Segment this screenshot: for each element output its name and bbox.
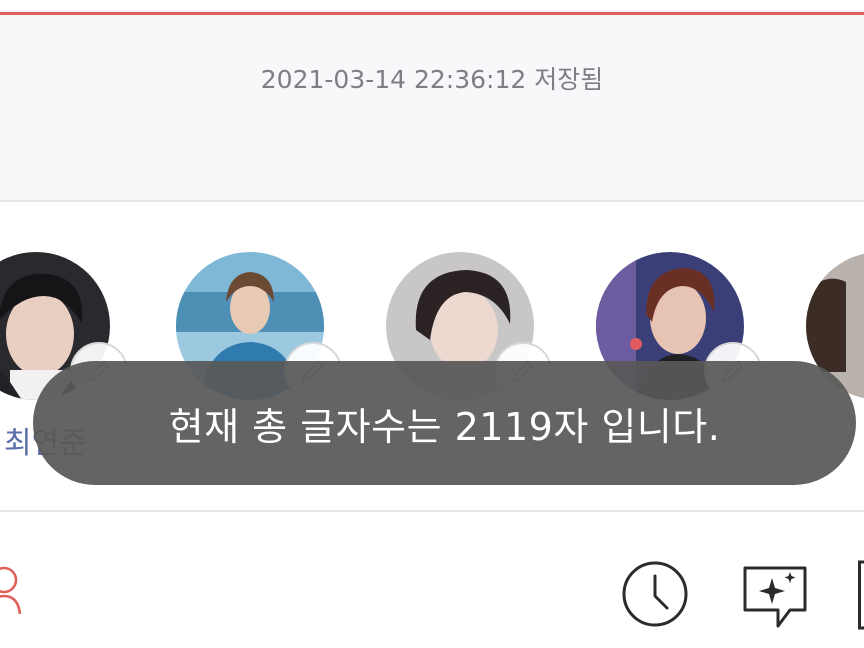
person-icon[interactable] xyxy=(0,562,28,622)
more-icon[interactable] xyxy=(858,560,864,630)
toast-message: 현재 총 글자수는 2119자 입니다. xyxy=(33,361,856,485)
toast-text: 현재 총 글자수는 2119자 입니다. xyxy=(168,404,721,449)
save-status-area: 2021-03-14 22:36:12 저장됨 xyxy=(0,15,864,202)
clock-icon[interactable] xyxy=(621,560,689,628)
sparkle-chat-icon[interactable] xyxy=(742,562,808,630)
bottom-toolbar xyxy=(0,512,864,648)
saved-status-text: 2021-03-14 22:36:12 저장됨 xyxy=(260,65,604,94)
